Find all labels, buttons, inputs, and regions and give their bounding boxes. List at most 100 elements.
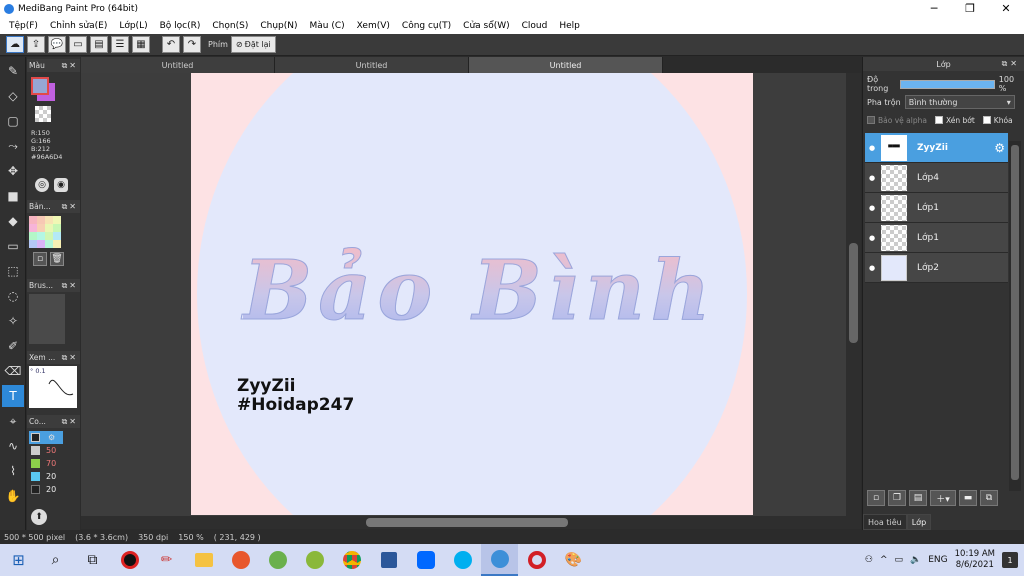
app-icon-orange[interactable] xyxy=(222,544,259,576)
paint-palette-icon[interactable]: 🎨 xyxy=(555,544,592,576)
opacity-slider[interactable] xyxy=(900,79,995,89)
layer-row[interactable]: ● Lớp1 xyxy=(865,193,1008,223)
lasso-icon[interactable]: ◌ xyxy=(2,285,24,307)
brush-list[interactable] xyxy=(29,294,65,344)
file-explorer-icon[interactable] xyxy=(185,544,222,576)
move-icon[interactable]: ✥ xyxy=(2,160,24,182)
operation-icon[interactable]: ⌖ xyxy=(2,410,24,432)
comment-icon[interactable]: 💬 xyxy=(48,36,66,53)
app-icon-green[interactable] xyxy=(296,544,333,576)
zalo-icon[interactable] xyxy=(407,544,444,576)
maximize-button[interactable]: ❐ xyxy=(952,0,988,17)
folder-icon[interactable]: ▬ xyxy=(959,490,977,506)
lock-checkbox[interactable] xyxy=(982,116,991,124)
eraser-icon[interactable]: ◇ xyxy=(2,85,24,107)
menu-cloud[interactable]: Cloud xyxy=(516,21,554,31)
tab-document-1[interactable]: Untitled xyxy=(81,57,275,73)
layer-row[interactable]: ● Lớp1 xyxy=(865,223,1008,253)
layer-row[interactable]: ● ▀▀▀ ZyyZii ⚙ xyxy=(865,133,1008,163)
cloud-icon[interactable]: ☁ xyxy=(6,36,24,53)
undo-icon[interactable]: ↶ xyxy=(162,36,180,53)
redo-icon[interactable]: ↷ xyxy=(183,36,201,53)
pencil-app-icon[interactable]: ✏ xyxy=(148,544,185,576)
blend-mode-select[interactable]: Bình thường xyxy=(904,95,1015,109)
search-icon[interactable]: ⌕ xyxy=(37,544,74,576)
tab-document-3[interactable]: Untitled xyxy=(469,57,663,73)
eyedropper-icon[interactable]: ⌇ xyxy=(2,460,24,482)
color-list-row[interactable]: 70 xyxy=(29,457,63,470)
color-set-icon[interactable]: ◉ xyxy=(54,178,68,192)
reset-button[interactable]: ⊘ Đặt lại xyxy=(230,36,276,53)
trash-icon[interactable]: 🗑 xyxy=(50,252,64,266)
select-eraser-icon[interactable]: ⌫ xyxy=(2,360,24,382)
navigator-preview[interactable]: ° 0.1 xyxy=(29,366,77,408)
vertical-scroll-thumb[interactable] xyxy=(849,243,858,343)
layer-scrollbar[interactable] xyxy=(1009,141,1021,491)
visibility-icon[interactable]: ● xyxy=(865,204,879,212)
gear-icon[interactable]: ⚙ xyxy=(48,433,55,442)
panel-buttons-icon[interactable]: ⧉✕ xyxy=(1002,59,1020,69)
menu-layer[interactable]: Lớp(L) xyxy=(113,21,153,31)
protect-alpha-checkbox[interactable] xyxy=(867,116,875,124)
color-list-row[interactable]: 50 xyxy=(29,444,63,457)
tab-navigator[interactable]: Hoa tiêu xyxy=(863,514,907,530)
chevron-up-icon[interactable]: ^ xyxy=(880,555,888,565)
color-list-row[interactable]: ⚙ xyxy=(29,431,63,444)
visibility-icon[interactable]: ● xyxy=(865,174,879,182)
curve-icon[interactable]: ⤳ xyxy=(2,135,24,157)
merge-layer-icon[interactable]: ⧉ xyxy=(980,490,998,506)
color-grid[interactable] xyxy=(29,216,61,248)
minimize-button[interactable]: ─ xyxy=(916,0,952,17)
color-list-row[interactable]: 20 xyxy=(29,483,63,496)
list-icon[interactable]: ☰ xyxy=(111,36,129,53)
clock[interactable]: 10:19 AM 8/6/2021 xyxy=(955,549,995,571)
visibility-icon[interactable]: ● xyxy=(865,264,879,272)
magic-wand-icon[interactable]: ✧ xyxy=(2,310,24,332)
menu-tools[interactable]: Công cụ(T) xyxy=(396,21,457,31)
layer-row[interactable]: ● Lớp2 xyxy=(865,253,1008,283)
transparent-swatch[interactable] xyxy=(35,106,51,122)
volume-icon[interactable]: 🔈 xyxy=(910,555,921,565)
foreground-color-swatch[interactable] xyxy=(31,77,49,95)
menu-view[interactable]: Xem(V) xyxy=(351,21,396,31)
add-layer-dropdown-icon[interactable]: ＋▾ xyxy=(930,490,956,506)
notification-icon[interactable]: 1 xyxy=(1002,552,1018,568)
skype-icon[interactable] xyxy=(444,544,481,576)
palette-icon[interactable]: ◎ xyxy=(35,178,49,192)
record-app-icon[interactable] xyxy=(111,544,148,576)
language-indicator[interactable]: ENG xyxy=(928,555,947,565)
select-icon[interactable]: ⬚ xyxy=(2,260,24,282)
select-pen-icon[interactable]: ✐ xyxy=(2,335,24,357)
paint-app-icon[interactable] xyxy=(259,544,296,576)
visibility-icon[interactable]: ● xyxy=(865,144,879,152)
medibang-app-icon[interactable] xyxy=(481,544,518,576)
menu-file[interactable]: Tệp(F) xyxy=(3,21,44,31)
task-view-icon[interactable]: ⧉ xyxy=(74,544,111,576)
fill-rect-icon[interactable]: ■ xyxy=(2,185,24,207)
menu-color[interactable]: Màu (C) xyxy=(304,21,351,31)
page-icon[interactable]: ▤ xyxy=(90,36,108,53)
new-color-icon[interactable]: ▫ xyxy=(33,252,47,266)
menu-snap[interactable]: Chụp(N) xyxy=(254,21,303,31)
brush-icon[interactable]: ✎ xyxy=(2,60,24,82)
people-icon[interactable]: ⚇ xyxy=(865,555,873,565)
visibility-icon[interactable]: ● xyxy=(865,234,879,242)
panel-buttons-icon[interactable]: ⧉✕ xyxy=(62,61,78,71)
canvas-paper[interactable]: Bảo Bình ZyyZii #Hoidap247 xyxy=(191,73,753,515)
menu-filter[interactable]: Bộ lọc(R) xyxy=(154,21,207,31)
menu-window[interactable]: Cửa sổ(W) xyxy=(457,21,515,31)
horizontal-scrollbar[interactable] xyxy=(81,516,861,529)
tab-layer[interactable]: Lớp xyxy=(906,514,932,530)
clipping-checkbox[interactable] xyxy=(934,116,943,124)
windows-start-icon[interactable]: ⊞ xyxy=(0,544,37,576)
new-8bit-layer-icon[interactable]: ▤ xyxy=(909,490,927,506)
gear-icon[interactable]: ⚙ xyxy=(994,141,1005,155)
bucket-icon[interactable]: ◆ xyxy=(2,210,24,232)
hand-icon[interactable]: ✋ xyxy=(2,485,24,507)
add-color-icon[interactable]: ⬆ xyxy=(31,509,47,525)
rect-select-icon[interactable]: ▢ xyxy=(2,110,24,132)
new-layer-icon[interactable]: ▫ xyxy=(867,490,885,506)
menu-edit[interactable]: Chỉnh sửa(E) xyxy=(44,21,113,31)
network-icon[interactable]: ▭ xyxy=(895,555,904,565)
horizontal-scroll-thumb[interactable] xyxy=(366,518,568,527)
